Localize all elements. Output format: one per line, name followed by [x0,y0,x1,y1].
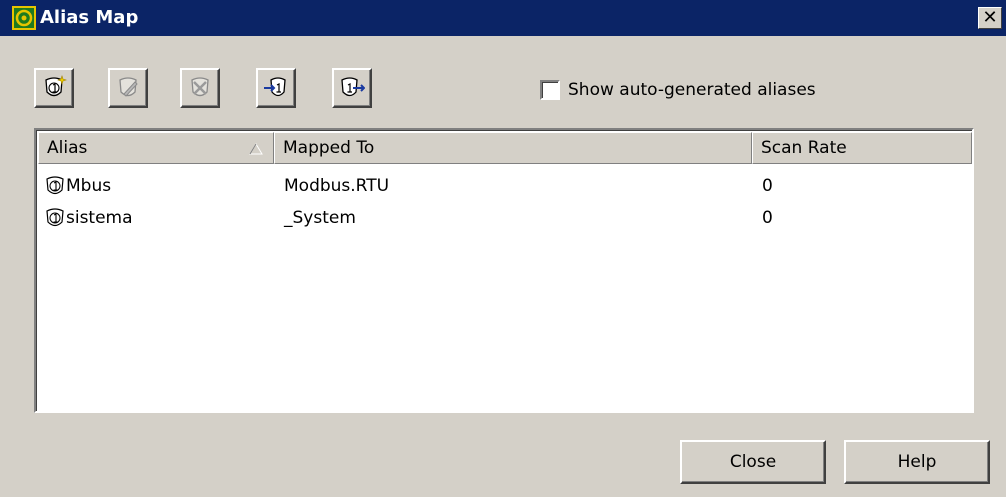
column-header-label: Mapped To [283,138,375,158]
edit-alias-icon [119,77,138,97]
mapped-to-cell: _System [284,208,356,228]
table-row[interactable]: Mbus Modbus.RTU 0 [38,170,972,202]
mapped-to-cell: Modbus.RTU [284,176,390,196]
table-row[interactable]: sistema _System 0 [38,202,972,234]
alias-icon [46,176,64,195]
help-button[interactable]: Help [844,440,990,484]
new-alias-icon [45,75,67,97]
scan-rate-cell: 0 [762,176,773,196]
close-icon: ✕ [982,7,998,28]
export-alias-button[interactable] [332,68,372,108]
import-alias-button[interactable] [256,68,296,108]
new-alias-button[interactable] [34,68,74,108]
show-auto-generated-label: Show auto-generated aliases [568,80,816,100]
delete-alias-button[interactable] [180,68,220,108]
export-alias-icon [341,77,365,97]
alias-cell: sistema [66,208,133,228]
window-close-button[interactable]: ✕ [978,7,1002,29]
delete-alias-icon [191,77,209,97]
import-alias-icon [264,77,286,97]
column-header-label: Alias [47,138,88,158]
edit-alias-button[interactable] [108,68,148,108]
column-header-scan-rate[interactable]: Scan Rate [752,132,972,164]
window-title: Alias Map [40,7,139,28]
alias-cell: Mbus [66,176,112,196]
sort-ascending-icon [249,143,263,155]
app-icon [12,6,36,30]
scan-rate-cell: 0 [762,208,773,228]
title-bar: Alias Map ✕ [0,0,1006,36]
column-header-mapped-to[interactable]: Mapped To [274,132,752,164]
column-header-label: Scan Rate [761,138,847,158]
alias-icon [46,208,64,227]
column-header-alias[interactable]: Alias [38,132,274,164]
list-header: Alias Mapped To Scan Rate [38,132,972,164]
alias-list[interactable]: Alias Mapped To Scan Rate Mbus Modbus.RT… [34,128,974,413]
show-auto-generated-checkbox[interactable] [540,80,560,100]
show-auto-generated-toggle[interactable]: Show auto-generated aliases [540,78,816,102]
close-button[interactable]: Close [680,440,826,484]
